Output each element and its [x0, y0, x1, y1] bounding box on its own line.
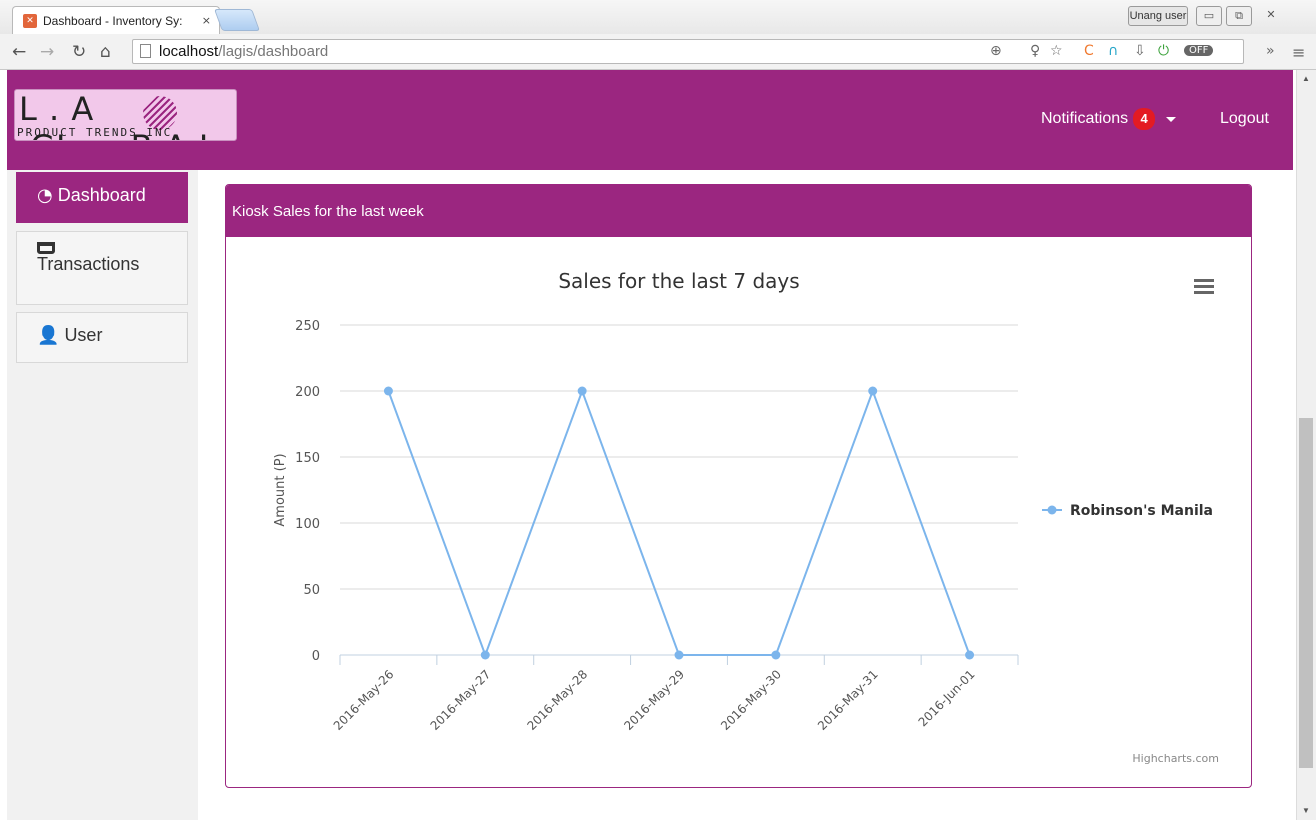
favicon-icon: ✕: [23, 13, 37, 28]
new-tab-button[interactable]: [213, 9, 261, 31]
page-icon: [140, 44, 151, 58]
chart-credits: Highcharts.com: [1132, 752, 1219, 765]
key-icon[interactable]: ♀: [1030, 43, 1040, 59]
chart-menu-icon: [1194, 285, 1214, 288]
y-tick-label: 250: [295, 319, 320, 334]
cart-icon: [37, 242, 55, 254]
reload-icon[interactable]: ↻: [72, 42, 86, 62]
scroll-up-icon[interactable]: ▲: [1302, 74, 1310, 83]
home-icon[interactable]: ⌂: [100, 42, 111, 62]
chart-title: Sales for the last 7 days: [558, 269, 799, 293]
url-input[interactable]: localhost/lagis/dashboard: [132, 39, 1244, 64]
data-point: [383, 386, 393, 396]
dashboard-icon: ◔: [37, 185, 53, 206]
data-point: [480, 650, 490, 660]
extension-c-icon[interactable]: C: [1084, 43, 1094, 59]
legend-marker: [1047, 505, 1057, 515]
data-point: [965, 650, 975, 660]
sidebar-item-label: Transactions: [37, 254, 140, 274]
data-point: [674, 650, 684, 660]
sidebar-item-user[interactable]: 👤 User: [16, 312, 188, 363]
url-host: localhost: [159, 43, 219, 60]
scroll-down-icon[interactable]: ▼: [1302, 806, 1310, 815]
x-tick-label: 2016-May-30: [718, 667, 784, 733]
toggle-off-icon[interactable]: OFF: [1184, 45, 1214, 56]
x-tick-label: 2016-May-29: [621, 667, 687, 733]
y-tick-label: 100: [295, 517, 320, 532]
browser-tab[interactable]: ✕ Dashboard - Inventory Sy: ×: [12, 6, 220, 34]
download-icon[interactable]: ⇩: [1134, 43, 1146, 59]
minimize-icon[interactable]: ▭: [1196, 6, 1222, 26]
browser-user-button[interactable]: Unang user: [1128, 6, 1188, 26]
x-tick-label: 2016-Jun-01: [916, 667, 978, 729]
y-axis-title: Amount (P): [273, 453, 288, 526]
x-tick-label: 2016-May-27: [428, 667, 494, 733]
user-icon: 👤: [37, 325, 60, 346]
close-window-icon[interactable]: ✕: [1258, 6, 1284, 26]
sidebar-item-transactions[interactable]: Transactions: [16, 231, 188, 305]
y-tick-label: 50: [303, 583, 320, 598]
y-tick-label: 200: [295, 385, 320, 400]
page-scrollbar[interactable]: ▲ ▼: [1296, 70, 1316, 820]
sidebar-item-label: Dashboard: [57, 185, 146, 205]
headphones-icon[interactable]: ∩: [1108, 43, 1118, 59]
sales-line-chart: Sales for the last 7 days 0 50 100 150 200 250…: [273, 269, 1219, 765]
address-bar-row: ← → ↻ ⌂ localhost/lagis/dashboard ⊕ ♀ ☆ …: [0, 34, 1316, 70]
tab-title: Dashboard - Inventory Sy:: [43, 13, 183, 28]
menu-icon[interactable]: ≡: [1292, 43, 1305, 62]
forward-arrow-icon[interactable]: →: [40, 42, 54, 62]
y-tick-label: 0: [312, 649, 320, 664]
restore-icon[interactable]: ⧉: [1226, 6, 1252, 26]
data-point: [868, 386, 878, 396]
sidebar-item-label: User: [64, 325, 103, 345]
url-path: /lagis/dashboard: [218, 43, 329, 60]
zoom-icon[interactable]: ⊕: [990, 43, 1002, 59]
caret-down-icon: [1166, 116, 1177, 122]
notifications-dropdown[interactable]: Notifications 4: [1041, 108, 1177, 130]
chart-menu-icon: [1194, 291, 1214, 294]
logout-link[interactable]: Logout: [1220, 110, 1269, 128]
back-arrow-icon[interactable]: ←: [12, 42, 26, 62]
site-header: L . A .GL B A L PRODUCT TRENDS INC. Noti…: [7, 70, 1293, 170]
x-tick-label: 2016-May-28: [524, 667, 590, 733]
bookmark-star-icon[interactable]: ☆: [1050, 43, 1063, 59]
scrollbar-thumb[interactable]: [1299, 418, 1313, 768]
company-logo[interactable]: L . A .GL B A L PRODUCT TRENDS INC.: [14, 89, 237, 141]
y-tick-label: 150: [295, 451, 320, 466]
chart-menu-icon: [1194, 279, 1214, 282]
extensions-overflow-icon[interactable]: »: [1266, 43, 1275, 59]
legend-label: Robinson's Manila: [1070, 503, 1213, 519]
x-tick-label: 2016-May-26: [331, 667, 397, 733]
data-point: [771, 650, 781, 660]
sidebar-item-dashboard[interactable]: ◔ Dashboard: [16, 172, 188, 223]
browser-tab-bar: ✕ Dashboard - Inventory Sy: × Unang user…: [0, 0, 1316, 34]
power-icon[interactable]: ⏻: [1158, 43, 1169, 59]
logo-globe-icon: [143, 96, 177, 130]
kiosk-sales-panel: Kiosk Sales for the last week Sales for …: [225, 184, 1252, 788]
tab-close-icon[interactable]: ×: [202, 14, 211, 27]
notifications-label: Notifications: [1041, 110, 1129, 127]
notifications-badge: 4: [1133, 108, 1156, 130]
logo-subtext: PRODUCT TRENDS INC.: [17, 126, 181, 139]
x-tick-label: 2016-May-31: [815, 667, 881, 733]
data-point: [577, 386, 587, 396]
sidebar: ◔ Dashboard Transactions 👤 User: [7, 170, 198, 820]
